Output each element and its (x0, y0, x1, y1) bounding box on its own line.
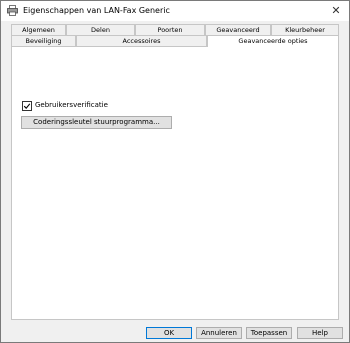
tab-label: Kleurbeheer (285, 26, 325, 34)
cancel-button[interactable]: Annuleren (196, 327, 242, 339)
button-label: Annuleren (201, 329, 237, 337)
tab-label: Geavanceerd (216, 26, 260, 34)
tab-geavanceerde-opties[interactable]: Geavanceerde opties (207, 35, 339, 47)
tab-delen[interactable]: Delen (66, 24, 135, 35)
apply-button[interactable]: Toepassen (246, 327, 292, 339)
tab-label: Poorten (157, 26, 183, 34)
tab-label: Geavanceerde opties (238, 37, 308, 45)
tab-geavanceerd[interactable]: Geavanceerd (205, 24, 271, 35)
user-verification-checkbox[interactable] (22, 101, 32, 111)
window-title: Eigenschappen van LAN-Fax Generic (23, 6, 170, 15)
tab-label: Accessoires (122, 37, 161, 45)
tab-label: Beveiliging (25, 37, 62, 45)
tab-beveiliging[interactable]: Beveiliging (11, 35, 76, 46)
tab-label: Algemeen (22, 26, 55, 34)
button-label: Toepassen (250, 329, 288, 337)
close-icon: ✕ (331, 4, 341, 17)
help-button[interactable]: Help (297, 327, 343, 339)
close-button[interactable]: ✕ (329, 4, 343, 18)
ok-button[interactable]: OK (146, 327, 192, 339)
tab-label: Delen (91, 26, 110, 34)
title-bar[interactable]: Eigenschappen van LAN-Fax Generic ✕ (1, 1, 349, 21)
user-verification-label: Gebruikersverificatie (35, 101, 108, 109)
checkmark-icon (23, 103, 31, 110)
tab-panel: Gebruikersverificatie Coderingssleutel s… (11, 46, 339, 320)
button-label: Help (312, 329, 328, 337)
tab-poorten[interactable]: Poorten (135, 24, 205, 35)
button-label: Coderingssleutel stuurprogramma... (33, 118, 160, 126)
encryption-key-button[interactable]: Coderingssleutel stuurprogramma... (21, 116, 172, 129)
properties-dialog: Eigenschappen van LAN-Fax Generic ✕ Alge… (0, 0, 350, 343)
printer-icon (7, 5, 18, 16)
tab-algemeen[interactable]: Algemeen (11, 24, 66, 35)
tab-accessoires[interactable]: Accessoires (76, 35, 207, 46)
tab-kleurbeheer[interactable]: Kleurbeheer (271, 24, 339, 35)
button-label: OK (163, 329, 175, 337)
